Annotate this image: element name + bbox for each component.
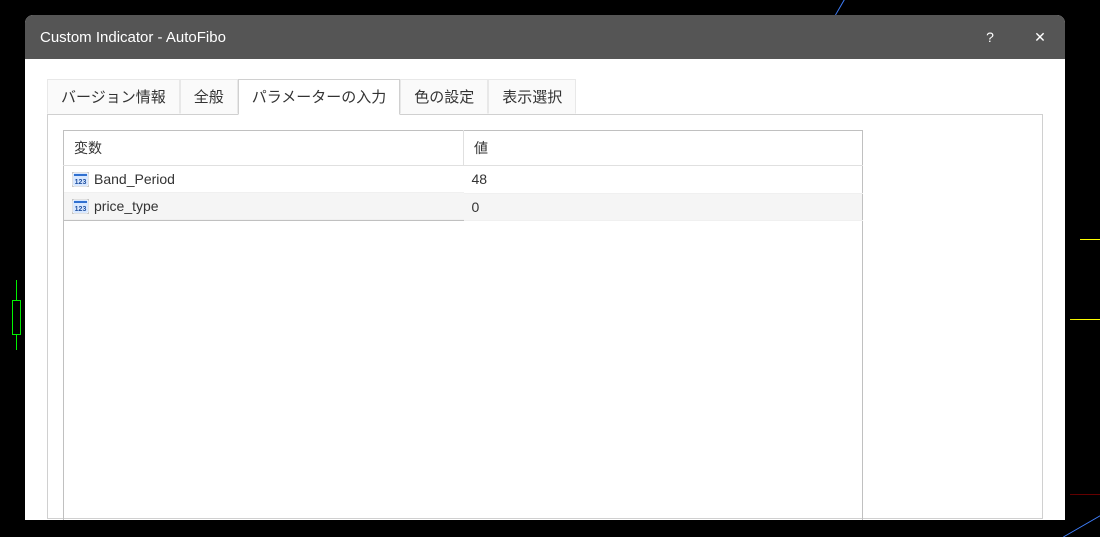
param-value[interactable]: 48 [464,166,863,194]
param-name: price_type [94,198,159,214]
table-row[interactable]: 123 Band_Period 48 [64,166,863,194]
tab-version-info[interactable]: バージョン情報 [47,79,180,114]
help-button[interactable]: ? [965,15,1015,59]
close-button[interactable]: ✕ [1015,15,1065,59]
dialog-body: バージョン情報 全般 パラメーターの入力 色の設定 表示選択 変数 値 [25,59,1065,520]
param-name: Band_Period [94,171,175,187]
table-empty-area [63,221,863,520]
parameters-table: 変数 値 123 [63,130,863,221]
column-header-value[interactable]: 値 [464,131,863,166]
column-header-variable[interactable]: 変数 [64,131,464,166]
table-row[interactable]: 123 price_type 0 [64,193,863,221]
svg-text:123: 123 [75,179,87,186]
integer-icon: 123 [72,172,89,187]
close-icon: ✕ [1034,29,1046,46]
tab-general[interactable]: 全般 [180,79,238,114]
chart-line [1063,512,1100,537]
tab-content-inputs: 変数 値 123 [47,114,1043,519]
help-icon: ? [986,29,994,45]
integer-icon: 123 [72,199,89,214]
tab-display[interactable]: 表示選択 [488,79,576,114]
tab-colors[interactable]: 色の設定 [400,79,488,114]
titlebar[interactable]: Custom Indicator - AutoFibo ? ✕ [25,15,1065,59]
chart-line [1070,494,1100,495]
chart-line [1080,239,1100,240]
tabs: バージョン情報 全般 パラメーターの入力 色の設定 表示選択 [47,79,1043,115]
param-value[interactable]: 0 [464,193,863,221]
tab-inputs[interactable]: パラメーターの入力 [238,79,401,115]
indicator-properties-dialog: Custom Indicator - AutoFibo ? ✕ バージョン情報 … [25,15,1065,520]
svg-text:123: 123 [75,206,87,213]
chart-line [1070,319,1100,320]
dialog-title: Custom Indicator - AutoFibo [40,29,965,46]
